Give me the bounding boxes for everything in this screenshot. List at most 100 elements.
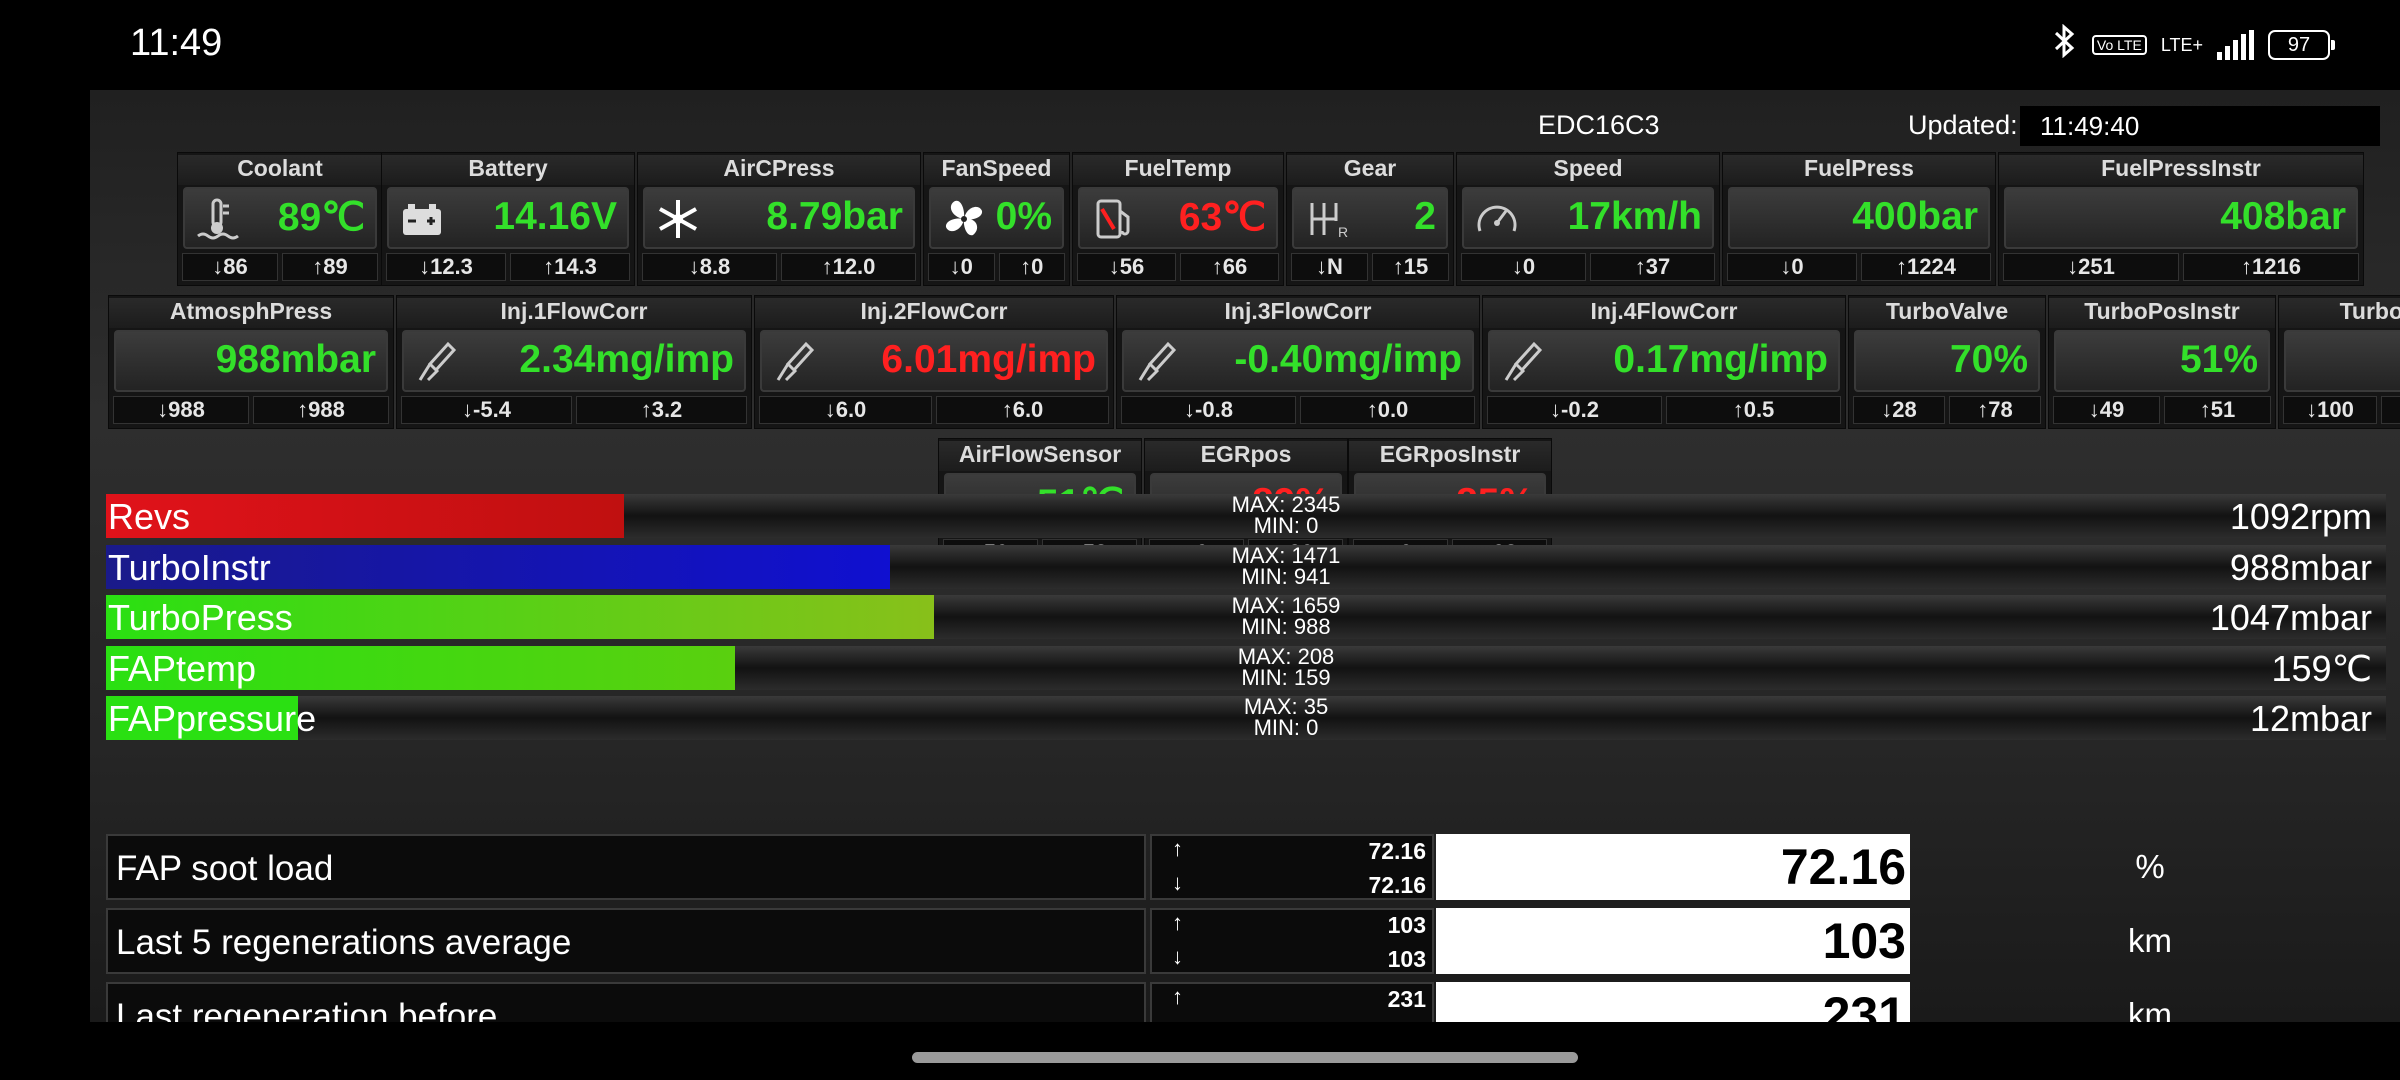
- lte-indicator: LTE+: [2160, 34, 2203, 55]
- gauge-turboposinstr[interactable]: TurboPosInstr 51% ↓49 ↑51: [2048, 295, 2276, 429]
- gauge-max: ↑14.3: [510, 253, 630, 281]
- gauge-label: FanSpeed: [924, 155, 1069, 185]
- stat-name: Last regeneration before: [106, 982, 1146, 1022]
- bar-min: MIN: 988: [1241, 614, 1331, 639]
- bar-max: MAX: 1471: [1231, 542, 1341, 568]
- gauge-inj-2flowcorr[interactable]: Inj.2FlowCorr 6.01mg/imp ↓6.0 ↑6.0: [754, 295, 1114, 429]
- gauge-aircpress[interactable]: AirCPress 8.79bar ↓8.8 ↑12.0: [637, 152, 921, 286]
- status-bar: 11:49 Vo LTE LTE+ 97: [0, 0, 2400, 90]
- gauge-fuelpress[interactable]: FuelPress 400bar ↓0 ↑1224: [1722, 152, 1996, 286]
- bar-turbopress[interactable]: TurboPress MAX: 1659 MIN: 988 1047mbar: [106, 595, 2386, 639]
- gauge-minmax: ↓49 ↑51: [2053, 396, 2271, 424]
- stat-minmax: ↑ 72.16 ↓ 72.16: [1150, 834, 1434, 900]
- gauge-value: 400bar: [1852, 195, 1978, 238]
- gauge-value: 63℃: [1178, 196, 1266, 239]
- gauge-min: ↓8.8: [642, 253, 777, 281]
- stat-name: FAP soot load: [106, 834, 1146, 900]
- status-icons: Vo LTE LTE+ 97: [2052, 23, 2335, 66]
- gauge-minmax: ↓0 ↑0: [928, 253, 1065, 281]
- stat-max: 231: [1387, 986, 1426, 1012]
- gauge-min: ↓86: [182, 253, 278, 281]
- gauge-max: ↑15: [1372, 253, 1449, 281]
- gauge-label: Inj.2FlowCorr: [755, 298, 1113, 328]
- gauge-min: ↓0: [928, 253, 995, 281]
- gauge-minmax: ↓100: [2283, 396, 2400, 424]
- bar-value: 1047mbar: [2209, 597, 2372, 638]
- gauge-value: -0.40mg/imp: [1234, 338, 1462, 381]
- bar-value: 12mbar: [2249, 698, 2372, 739]
- gauge-max: ↑12.0: [781, 253, 916, 281]
- gauge-label: Inj.3FlowCorr: [1117, 298, 1479, 328]
- gauge-value-box: 63℃: [1078, 187, 1278, 249]
- gauge-value: 988mbar: [215, 338, 376, 381]
- fan-icon: [941, 197, 987, 241]
- gauge-label: Battery: [382, 155, 634, 185]
- gauge-label: EGRposInstr: [1349, 441, 1551, 471]
- gauge-battery[interactable]: Battery 14.16V ↓12.3 ↑14.3: [381, 152, 635, 286]
- gauge-max: ↑0: [998, 253, 1065, 281]
- battery-icon: [399, 197, 445, 241]
- battery-level: 97: [2268, 30, 2335, 60]
- gauge-inj-4flowcorr[interactable]: Inj.4FlowCorr 0.17mg/imp ↓-0.2 ↑0.5: [1482, 295, 1846, 429]
- gauge-min: ↓28: [1853, 396, 1945, 424]
- gauge-inj-3flowcorr[interactable]: Inj.3FlowCorr -0.40mg/imp ↓-0.8 ↑0.0: [1116, 295, 1480, 429]
- gauge-max: ↑37: [1590, 253, 1715, 281]
- gauge-max: ↑0.5: [1666, 396, 1841, 424]
- stat-value: 72.16: [1436, 834, 1910, 900]
- stat-row[interactable]: Last regeneration before ↑ 231 231 km: [106, 982, 2384, 1022]
- gauge-value: 0.17mg/imp: [1613, 338, 1828, 381]
- gauge-atmosphpress[interactable]: AtmosphPress 988mbar ↓988 ↑988: [108, 295, 394, 429]
- bar-min: MIN: 159: [1241, 664, 1331, 690]
- gauge-label: FuelPressInstr: [1999, 155, 2363, 185]
- gauge-value-box: R2: [1292, 187, 1448, 249]
- gauge-max: ↑3.2: [576, 396, 747, 424]
- gauge-turbovalve[interactable]: TurboValve 70% ↓28 ↑78: [1848, 295, 2046, 429]
- bar-value: 988mbar: [2229, 546, 2372, 588]
- gauge-min: ↓100: [2283, 396, 2377, 424]
- gauge-label: TurboPosInstr: [2049, 298, 2275, 328]
- gauge-min: ↓-0.8: [1121, 396, 1296, 424]
- gauge-fueltemp[interactable]: FuelTemp 63℃ ↓56 ↑66: [1072, 152, 1284, 286]
- gauge-min: ↓49: [2053, 396, 2160, 424]
- gauge-label: Inj.1FlowCorr: [397, 298, 751, 328]
- gauge-label: FuelPress: [1723, 155, 1995, 185]
- gauge-min: ↓12.3: [386, 253, 506, 281]
- gauge-value-box: 51%: [2054, 330, 2270, 392]
- bar-max: MAX: 35: [1243, 694, 1329, 719]
- speedometer-icon: [1474, 197, 1520, 241]
- gauge-coolant[interactable]: Coolant 89℃ ↓86 ↑89: [177, 152, 383, 286]
- gauge-inj-1flowcorr[interactable]: Inj.1FlowCorr 2.34mg/imp ↓-5.4 ↑3.2: [396, 295, 752, 429]
- bar-minmax: MAX: 1659 MIN: 988: [1206, 595, 1366, 639]
- gauge-fanspeed[interactable]: FanSpeed 0% ↓0 ↑0: [923, 152, 1070, 286]
- gauge-speed[interactable]: Speed 17km/h ↓0 ↑37: [1456, 152, 1720, 286]
- bar-faptemp[interactable]: FAPtemp MAX: 208 MIN: 159 159℃: [106, 643, 2386, 690]
- gesture-nav-handle[interactable]: [912, 1052, 1578, 1063]
- bar-max: MAX: 208: [1237, 643, 1335, 669]
- gauge-value: 14.16V: [493, 195, 617, 238]
- dashboard: EDC16C3 Updated: 11:49:40 Coolant 89℃ ↓86 ↑…: [90, 90, 2400, 1022]
- gauge-min: ↓56: [1077, 253, 1176, 281]
- gauge-value: 17km/h: [1567, 195, 1702, 238]
- gauge-gear[interactable]: Gear R 2 ↓N ↑15: [1286, 152, 1454, 286]
- bar-fappressure[interactable]: FAPpressure MAX: 35 MIN: 0 12mbar: [106, 696, 2386, 740]
- gauge-value-box: 400bar: [1728, 187, 1990, 249]
- bar-revs[interactable]: Revs MAX: 2345 MIN: 0 1092rpm: [106, 494, 2386, 538]
- stat-minmax: ↑ 231: [1150, 982, 1434, 1022]
- stat-row[interactable]: Last 5 regenerations average ↑ 103 ↓ 103 103 k…: [106, 908, 2384, 978]
- stat-row[interactable]: FAP soot load ↑ 72.16 ↓ 72.16 72.16%: [106, 834, 2384, 904]
- gauge-minmax: ↓251 ↑1216: [2003, 253, 2359, 281]
- gauge-max: ↑78: [1949, 396, 2041, 424]
- bar-value: 1092rpm: [2229, 496, 2372, 537]
- gauge-min: ↓-0.2: [1487, 396, 1662, 424]
- bar-turboinstr[interactable]: TurboInstr MAX: 1471 MIN: 941 988mbar: [106, 542, 2386, 589]
- bar-name: FAPpressure: [108, 698, 317, 739]
- gauge-max: ↑6.0: [936, 396, 1109, 424]
- stat-max: 72.16: [1368, 838, 1426, 864]
- gauge-value: 70%: [1949, 338, 2028, 381]
- stat-unit: %: [2135, 848, 2165, 885]
- bar-min: MIN: 0: [1253, 513, 1319, 538]
- gauge-fuelpressinstr[interactable]: FuelPressInstr 408bar ↓251 ↑1216: [1998, 152, 2364, 286]
- gauge-turbop[interactable]: TurboP10 ↓100: [2278, 295, 2400, 429]
- gauge-min: ↓988: [113, 396, 249, 424]
- gauge-value: 89℃: [277, 196, 365, 239]
